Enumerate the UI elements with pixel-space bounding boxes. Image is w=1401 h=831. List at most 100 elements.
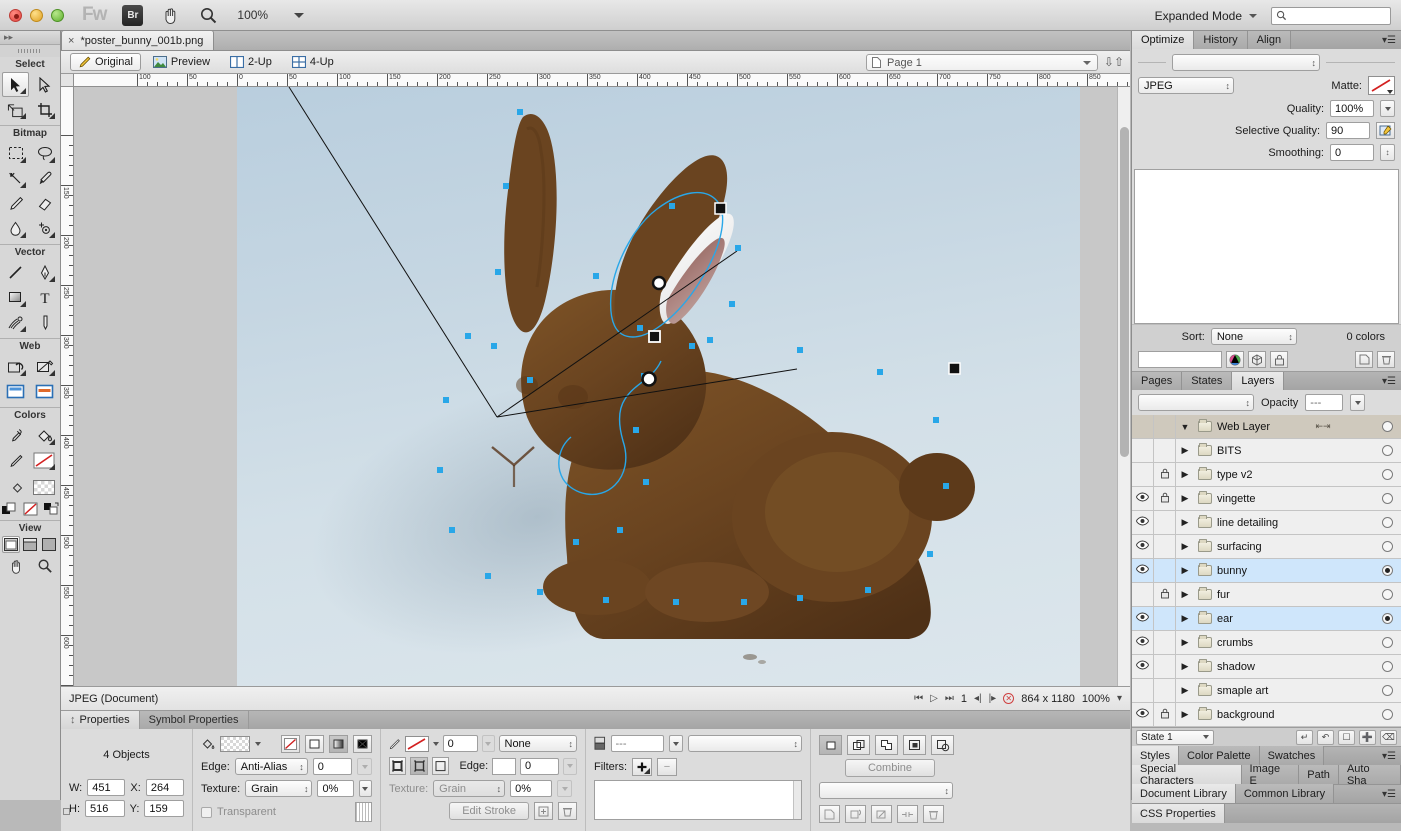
canvas-vertical-scrollbar[interactable] (1117, 87, 1130, 686)
hand-tool[interactable] (2, 553, 29, 578)
rubber-stamp-tool[interactable] (31, 216, 58, 241)
pencil-tool[interactable] (2, 191, 29, 216)
chevron-right-icon[interactable]: ▶ (1176, 469, 1194, 480)
layer-lock-toggle[interactable] (1154, 655, 1176, 679)
delete-layer-button[interactable]: ⌫ (1380, 730, 1397, 745)
tool-menu-triangle[interactable] (20, 88, 26, 94)
lasso-tool[interactable] (31, 141, 58, 166)
layer-row[interactable]: ▼Web Layer⇤⇥ (1132, 415, 1401, 439)
layer-visibility-toggle[interactable] (1132, 559, 1154, 583)
tab-image-editing[interactable]: Image E (1242, 765, 1300, 784)
crop-icon[interactable] (903, 735, 926, 755)
view-mode-4up[interactable]: 4-Up (284, 53, 342, 71)
fill-pattern-button[interactable] (353, 735, 372, 753)
layer-lock-toggle[interactable] (1154, 679, 1176, 703)
scrollbar-thumb[interactable] (1120, 127, 1129, 457)
hotspot-tool[interactable] (2, 354, 29, 379)
tool-menu-triangle[interactable] (49, 439, 55, 445)
selective-quality-input[interactable]: 90 (1326, 122, 1370, 139)
fill-texture-preview[interactable] (355, 802, 372, 822)
stroke-edge-preview[interactable] (492, 758, 516, 775)
layer-visibility-toggle[interactable] (1132, 631, 1154, 655)
layer-visibility-toggle[interactable] (1132, 415, 1154, 439)
tab-states[interactable]: States (1182, 372, 1232, 390)
layer-row[interactable]: ▶type v2 (1132, 463, 1401, 487)
remove-filter-button[interactable]: − (657, 758, 677, 776)
full-screen-mode[interactable] (40, 536, 58, 553)
chevron-down-icon[interactable] (1083, 61, 1091, 65)
brush-tool[interactable] (31, 166, 58, 191)
smoothing-stepper[interactable]: ↕ (1380, 144, 1395, 161)
tab-css-properties[interactable]: CSS Properties (1132, 804, 1225, 823)
canvas-artwork[interactable] (237, 87, 1080, 686)
transparent-checkbox[interactable] (201, 807, 212, 818)
layer-row[interactable]: ▶line detailing (1132, 511, 1401, 535)
add-sub-layer-button[interactable]: ↶ (1317, 730, 1334, 745)
layer-lock-toggle[interactable] (1154, 487, 1176, 511)
panel-menu-icon[interactable]: ▾☰ (1382, 376, 1396, 387)
optimize-color-field[interactable] (1138, 351, 1222, 368)
crop-tool[interactable] (31, 97, 58, 122)
add-filter-button[interactable] (632, 758, 652, 776)
stroke-texture-stepper[interactable] (557, 780, 572, 797)
filters-list[interactable] (594, 780, 802, 820)
pointer-tool[interactable] (2, 72, 29, 97)
opacity-dropdown[interactable] (1350, 394, 1365, 411)
tab-symbol-properties[interactable]: Symbol Properties (140, 711, 249, 729)
y-input[interactable]: 159 (144, 800, 184, 817)
blend-mode-dropdown[interactable] (669, 735, 683, 752)
delete-button[interactable] (923, 805, 944, 823)
fill-color-swatch[interactable] (220, 736, 250, 752)
fill-color-swatch[interactable] (31, 448, 58, 473)
layer-lock-toggle[interactable] (1154, 415, 1176, 439)
layer-select-radio[interactable] (1382, 685, 1393, 696)
opacity-select[interactable] (688, 735, 802, 752)
chevron-right-icon[interactable]: ▶ (1176, 637, 1194, 648)
delete-stroke-preset-button[interactable] (558, 802, 577, 820)
hand-icon[interactable] (159, 4, 181, 26)
layer-select-radio[interactable] (1382, 589, 1393, 600)
stroke-edge-stepper[interactable] (563, 758, 577, 775)
tab-optimize[interactable]: Optimize (1132, 31, 1194, 49)
marquee-tool[interactable] (2, 141, 29, 166)
chevron-down-icon[interactable] (255, 742, 261, 746)
slice-tool[interactable] (31, 354, 58, 379)
maximize-window-button[interactable] (51, 9, 64, 22)
eraser-tool[interactable] (31, 191, 58, 216)
tool-menu-triangle[interactable] (20, 232, 26, 238)
canvas-viewport[interactable] (74, 87, 1130, 686)
layer-row[interactable]: ▶vingette (1132, 487, 1401, 511)
layer-select-radio[interactable] (1382, 661, 1393, 672)
tool-menu-triangle[interactable] (49, 113, 55, 119)
vertical-ruler[interactable]: 150200250300350400450500550600 (61, 87, 74, 686)
opacity-input[interactable]: --- (1305, 394, 1343, 411)
sort-select[interactable]: None (1211, 328, 1297, 345)
window-controls[interactable] (0, 9, 64, 22)
chevron-down-icon[interactable] (1249, 14, 1257, 18)
panel-menu-icon[interactable]: ▾☰ (1382, 751, 1396, 762)
layer-row[interactable]: ▶smaple art (1132, 679, 1401, 703)
filters-list-scrollbar[interactable] (793, 781, 801, 819)
tab-layers[interactable]: Layers (1232, 372, 1284, 390)
document-tab[interactable]: × *poster_bunny_001b.png (61, 30, 214, 50)
page-updown-icons[interactable]: ⇩⇧ (1104, 55, 1124, 69)
chevron-right-icon[interactable]: ▶ (1176, 589, 1194, 600)
fill-gradient-button[interactable] (329, 735, 348, 753)
layer-row[interactable]: ▶ear (1132, 607, 1401, 631)
magnify-icon[interactable] (197, 4, 219, 26)
paint-bucket-small-icon[interactable] (6, 475, 30, 500)
state-selector[interactable]: State 1 (1136, 730, 1214, 745)
edit-selective-quality-icon[interactable] (1376, 122, 1395, 139)
tab-properties[interactable]: ↕ Properties (61, 711, 140, 729)
eyedropper-tool[interactable] (2, 423, 29, 448)
fill-edge-stepper[interactable] (357, 758, 372, 775)
layer-select-radio[interactable] (1382, 637, 1393, 648)
layer-select-radio[interactable] (1382, 493, 1393, 504)
layer-lock-toggle[interactable] (1154, 607, 1176, 631)
prev-state-button[interactable]: ◂| (974, 693, 982, 704)
layer-lock-toggle[interactable] (1154, 439, 1176, 463)
layer-lock-toggle[interactable] (1154, 583, 1176, 607)
tab-document-library[interactable]: Document Library (1132, 784, 1236, 803)
swap-colors-icon[interactable] (42, 500, 60, 517)
fill-texture-amount-input[interactable]: 0% (317, 780, 353, 797)
